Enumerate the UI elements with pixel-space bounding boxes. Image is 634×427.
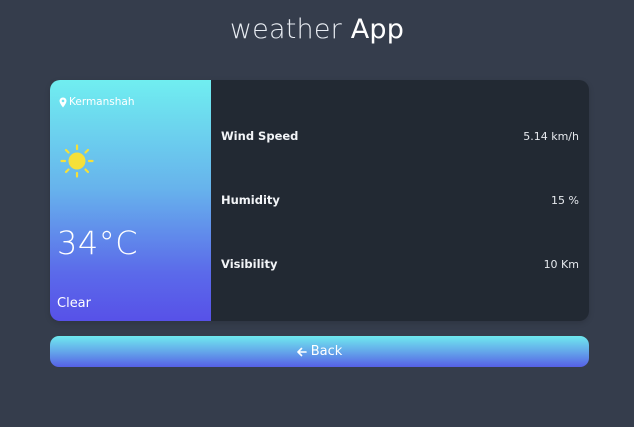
detail-row-humidity: Humidity 15 % <box>221 193 579 207</box>
app-title-bold: App <box>350 14 405 45</box>
back-button[interactable]: Back <box>50 336 589 367</box>
location-name: Kermanshah <box>69 96 135 108</box>
detail-label: Humidity <box>221 193 280 207</box>
app-title: weather App <box>0 14 634 45</box>
weather-card: Kermanshah 34°C Clear Wind Speed 5.14 km… <box>50 80 589 321</box>
sun-icon <box>60 144 94 178</box>
weather-details-panel: Wind Speed 5.14 km/h Humidity 15 % Visib… <box>211 80 589 321</box>
weather-summary-panel: Kermanshah 34°C Clear <box>50 80 211 321</box>
back-button-label: Back <box>310 344 343 359</box>
arrow-left-icon <box>296 347 307 356</box>
temperature: 34°C <box>57 224 139 262</box>
detail-row-visibility: Visibility 10 Km <box>221 257 579 271</box>
detail-value: 10 Km <box>543 257 579 271</box>
detail-value: 5.14 km/h <box>523 129 579 143</box>
location-pin-icon <box>59 97 67 107</box>
weather-condition: Clear <box>57 296 91 311</box>
location: Kermanshah <box>59 96 135 108</box>
detail-value: 15 % <box>551 193 579 207</box>
detail-label: Visibility <box>221 257 278 271</box>
detail-row-wind-speed: Wind Speed 5.14 km/h <box>221 129 579 143</box>
detail-label: Wind Speed <box>221 129 299 143</box>
app-title-light: weather <box>229 14 342 45</box>
